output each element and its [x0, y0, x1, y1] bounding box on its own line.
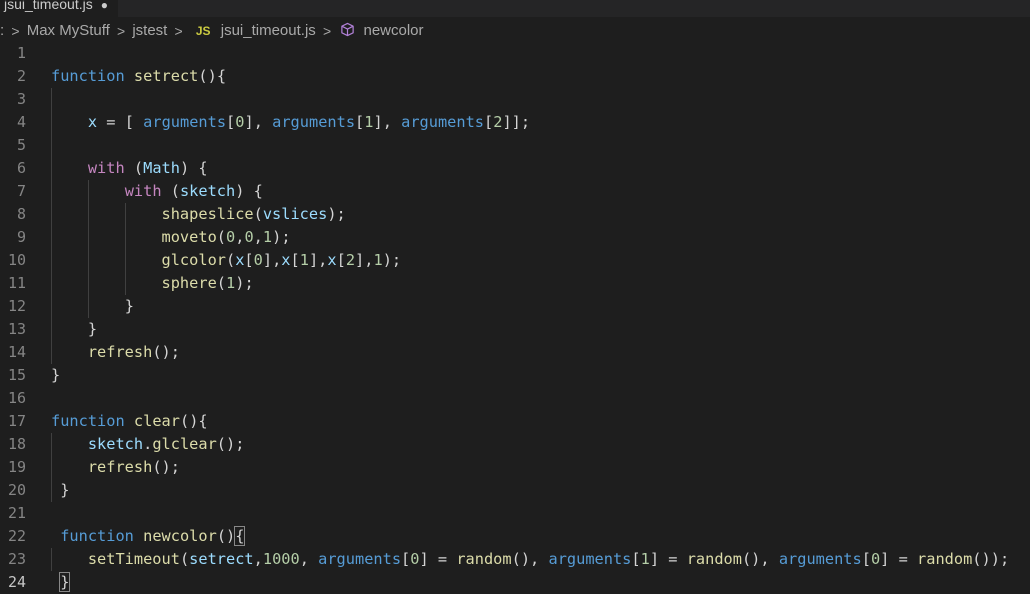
code-text[interactable]: with (Math) { [51, 157, 208, 180]
code-text[interactable]: function newcolor(){ [51, 525, 246, 548]
code-line[interactable]: 6 with (Math) { [0, 157, 1030, 180]
line-number: 19 [7, 458, 26, 476]
breadcrumb-ellipsis[interactable]: : [0, 17, 4, 45]
code-line[interactable]: 2 function setrect(){ [0, 65, 1030, 88]
line-number: 11 [7, 274, 26, 292]
indent-guide [125, 203, 126, 295]
code-line[interactable]: 21 [0, 502, 1030, 525]
line-number: 3 [16, 90, 26, 108]
code-line[interactable]: 16 [0, 387, 1030, 410]
unsaved-dot-icon[interactable]: ● [101, 0, 108, 12]
code-line[interactable]: 7 with (sketch) { [0, 180, 1030, 203]
line-number: 1 [16, 44, 26, 62]
chevron-right-icon: > [11, 23, 20, 39]
code-line[interactable]: 3 [0, 88, 1030, 111]
line-number: 2 [16, 67, 26, 85]
code-line[interactable]: 13 } [0, 318, 1030, 341]
code-line[interactable]: 23 setTimeout(setrect,1000, arguments[0]… [0, 548, 1030, 571]
line-number: 16 [7, 389, 26, 407]
line-number: 18 [7, 435, 26, 453]
cube-icon [340, 17, 355, 45]
line-number: 10 [7, 251, 26, 269]
line-number: 15 [7, 366, 26, 384]
breadcrumb-item-file[interactable]: jsui_timeout.js [221, 17, 316, 45]
indent-guide [51, 88, 52, 364]
code-text[interactable]: sphere(1); [51, 272, 254, 295]
chevron-right-icon: > [174, 23, 183, 39]
code-line[interactable]: 4 x = [ arguments[0], arguments[1], argu… [0, 111, 1030, 134]
indent-guide [88, 180, 89, 318]
code-line[interactable]: 17 function clear(){ [0, 410, 1030, 433]
line-number: 6 [16, 159, 26, 177]
code-text[interactable]: sketch.glclear(); [51, 433, 245, 456]
line-number: 4 [16, 113, 26, 131]
line-number: 20 [7, 481, 26, 499]
line-number: 7 [16, 182, 26, 200]
breadcrumb-item-max-mystuff[interactable]: Max MyStuff [27, 17, 110, 45]
code-text[interactable]: refresh(); [51, 456, 180, 479]
code-text[interactable]: with (sketch) { [51, 180, 263, 203]
code-text[interactable]: shapeslice(vslices); [51, 203, 346, 226]
code-line[interactable]: 22 function newcolor(){ [0, 525, 1030, 548]
code-text[interactable]: function setrect(){ [51, 65, 226, 88]
code-text[interactable]: moveto(0,0,1); [51, 226, 291, 249]
code-line[interactable]: 5 [0, 134, 1030, 157]
code-line[interactable]: 1 [0, 42, 1030, 65]
code-text[interactable]: function clear(){ [51, 410, 208, 433]
line-number: 12 [7, 297, 26, 315]
code-line[interactable]: 18 sketch.glclear(); [0, 433, 1030, 456]
line-number: 22 [7, 527, 26, 545]
code-text[interactable]: refresh(); [51, 341, 180, 364]
chevron-right-icon: > [116, 23, 126, 39]
javascript-file-icon: JS [195, 24, 211, 38]
code-line[interactable]: 15} [0, 364, 1030, 387]
code-text[interactable]: } [51, 318, 97, 341]
line-number: 17 [7, 412, 26, 430]
code-line[interactable]: 14 refresh(); [0, 341, 1030, 364]
code-line[interactable]: 12 } [0, 295, 1030, 318]
code-text[interactable]: } [51, 295, 134, 318]
breadcrumb: : > Max MyStuff > jstest > JS jsui_timeo… [0, 17, 1030, 45]
code-line[interactable]: 19 refresh(); [0, 456, 1030, 479]
line-number: 8 [16, 205, 26, 223]
code-text[interactable]: } [51, 479, 69, 502]
chevron-right-icon: > [322, 23, 332, 39]
editor-tab[interactable]: jsui_timeout.js ● [0, 0, 118, 17]
code-line[interactable]: 11 sphere(1); [0, 272, 1030, 295]
code-text[interactable]: x = [ arguments[0], arguments[1], argume… [51, 111, 530, 134]
code-editor[interactable]: 1 2 function setrect(){3 4 x = [ arguments[… [0, 42, 1030, 592]
indent-guide [51, 433, 52, 502]
line-number: 23 [7, 550, 26, 568]
code-line[interactable]: 8 shapeslice(vslices); [0, 203, 1030, 226]
code-line[interactable]: 9 moveto(0,0,1); [0, 226, 1030, 249]
tab-label: jsui_timeout.js [4, 0, 93, 12]
code-line[interactable]: 20 } [0, 479, 1030, 502]
line-number: 9 [16, 228, 26, 246]
tab-bar: jsui_timeout.js ● [0, 0, 1030, 17]
indent-guide [51, 548, 52, 571]
line-number: 13 [7, 320, 26, 338]
line-number: 21 [7, 504, 26, 522]
breadcrumb-item-jstest[interactable]: jstest [132, 17, 167, 45]
code-line[interactable]: 10 glcolor(x[0],x[1],x[2],1); [0, 249, 1030, 272]
breadcrumb-item-symbol[interactable]: newcolor [363, 17, 423, 45]
code-text[interactable]: } [51, 364, 60, 387]
line-number: 5 [16, 136, 26, 154]
code-text[interactable]: glcolor(x[0],x[1],x[2],1); [51, 249, 402, 272]
line-number: 14 [7, 343, 26, 361]
code-text[interactable]: setTimeout(setrect,1000, arguments[0] = … [51, 548, 1009, 571]
